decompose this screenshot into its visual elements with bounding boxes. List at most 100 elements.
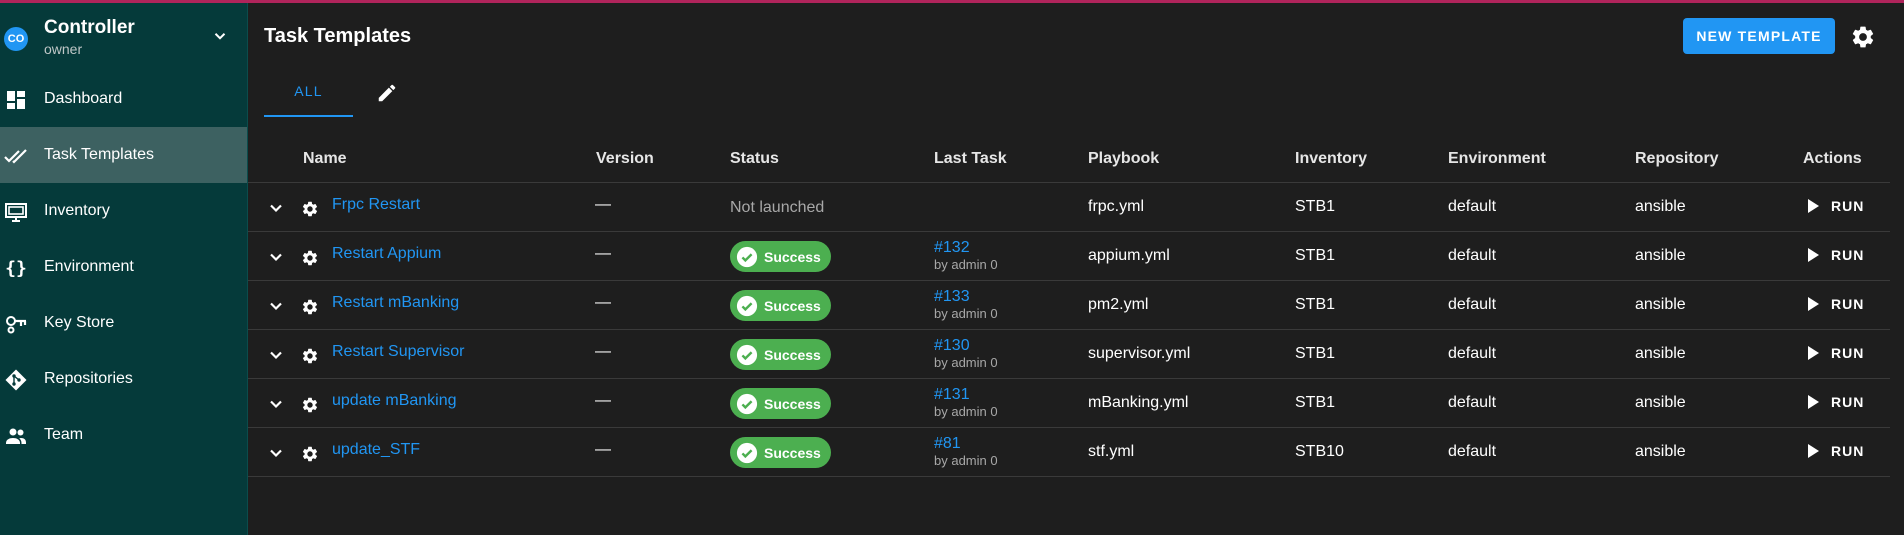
- column-header-playbook[interactable]: Playbook: [1088, 150, 1159, 168]
- scrollbar-track[interactable]: [1890, 3, 1904, 535]
- template-name-link[interactable]: Restart mBanking: [332, 294, 459, 312]
- template-name-link[interactable]: Restart Appium: [332, 245, 441, 263]
- run-button[interactable]: RUN: [1808, 247, 1864, 263]
- table-row[interactable]: update mBanking — Success #131 by admin …: [248, 379, 1896, 428]
- template-name-link[interactable]: Frpc Restart: [332, 196, 420, 214]
- braces-icon: {}: [5, 258, 27, 279]
- project-role: owner: [44, 41, 83, 57]
- column-header-repository[interactable]: Repository: [1635, 150, 1719, 168]
- new-template-button[interactable]: NEW TEMPLATE: [1683, 18, 1835, 54]
- project-avatar: CO: [4, 27, 28, 51]
- inventory-cell: STB1: [1295, 296, 1336, 313]
- double-check-icon: [4, 149, 27, 164]
- template-name-link[interactable]: update_STF: [332, 441, 420, 459]
- play-icon: [1808, 444, 1819, 458]
- status-badge: Success: [730, 241, 831, 272]
- inventory-cell: STB1: [1295, 247, 1336, 264]
- version-cell: —: [595, 245, 611, 262]
- templates-table: Name Version Status Last Task Playbook I…: [248, 136, 1896, 477]
- sidebar-item-environment[interactable]: {} Environment: [0, 239, 247, 295]
- playbook-cell: stf.yml: [1088, 443, 1135, 460]
- table-row[interactable]: Restart Supervisor — Success #130 by adm…: [248, 330, 1896, 379]
- gear-icon: [302, 397, 318, 413]
- tab-all[interactable]: ALL: [264, 67, 353, 117]
- last-task-author: by admin 0: [934, 355, 998, 370]
- key-icon: [6, 316, 27, 334]
- chevron-down-icon[interactable]: [266, 296, 286, 316]
- gear-icon: [302, 201, 318, 217]
- svg-text:{}: {}: [5, 258, 27, 279]
- environment-cell: default: [1448, 198, 1497, 215]
- project-name: Controller: [44, 17, 135, 38]
- table-header: Name Version Status Last Task Playbook I…: [248, 136, 1896, 183]
- chevron-down-icon[interactable]: [266, 443, 286, 463]
- chevron-down-icon[interactable]: [266, 247, 286, 267]
- repository-cell: ansible: [1635, 394, 1686, 411]
- sidebar-item-task-templates[interactable]: Task Templates: [0, 127, 247, 183]
- last-task-link[interactable]: #81: [934, 435, 961, 453]
- chevron-down-icon[interactable]: [211, 27, 229, 45]
- playbook-cell: supervisor.yml: [1088, 345, 1191, 362]
- column-header-name[interactable]: Name: [303, 150, 347, 168]
- version-cell: —: [595, 392, 611, 409]
- run-button[interactable]: RUN: [1808, 198, 1864, 214]
- table-row[interactable]: Frpc Restart — Not launched frpc.yml STB…: [248, 183, 1896, 232]
- chevron-down-icon[interactable]: [266, 345, 286, 365]
- column-header-last-task[interactable]: Last Task: [934, 150, 1007, 168]
- repository-cell: ansible: [1635, 443, 1686, 460]
- last-task-link[interactable]: #130: [934, 337, 970, 355]
- column-header-version[interactable]: Version: [596, 150, 654, 168]
- run-button-label: RUN: [1831, 296, 1865, 312]
- playbook-cell: mBanking.yml: [1088, 394, 1189, 411]
- sidebar-item-dashboard[interactable]: Dashboard: [0, 71, 247, 127]
- chevron-down-icon[interactable]: [266, 198, 286, 218]
- last-task-link[interactable]: #133: [934, 288, 970, 306]
- environment-cell: default: [1448, 345, 1497, 362]
- inventory-cell: STB1: [1295, 198, 1336, 215]
- repository-cell: ansible: [1635, 296, 1686, 313]
- dashboard-icon: [7, 91, 25, 109]
- status-badge-label: Success: [764, 248, 821, 265]
- table-row[interactable]: update_STF — Success #81 by admin 0 stf.…: [248, 428, 1896, 477]
- status-badge: Success: [730, 339, 831, 370]
- run-button-label: RUN: [1831, 198, 1865, 214]
- status-badge-label: Success: [764, 395, 821, 412]
- status-text: Not launched: [730, 199, 825, 216]
- sidebar-item-key-store[interactable]: Key Store: [0, 295, 247, 351]
- playbook-cell: frpc.yml: [1088, 198, 1144, 215]
- sidebar-item-inventory[interactable]: Inventory: [0, 183, 247, 239]
- table-row[interactable]: Restart Appium — Success #132 by admin 0…: [248, 232, 1896, 281]
- template-name-link[interactable]: update mBanking: [332, 392, 457, 410]
- gear-icon[interactable]: [1850, 24, 1876, 50]
- play-icon: [1808, 395, 1819, 409]
- chevron-down-icon[interactable]: [266, 394, 286, 414]
- main-content: Task Templates NEW TEMPLATE ALL Name Ver…: [248, 3, 1904, 535]
- inventory-cell: STB1: [1295, 345, 1336, 362]
- last-task-author: by admin 0: [934, 257, 998, 272]
- sidebar-item-team[interactable]: Team: [0, 407, 247, 463]
- version-cell: —: [595, 343, 611, 360]
- environment-cell: default: [1448, 296, 1497, 313]
- table-row[interactable]: Restart mBanking — Success #133 by admin…: [248, 281, 1896, 330]
- sidebar-item-label: Key Store: [44, 314, 115, 331]
- environment-cell: default: [1448, 247, 1497, 264]
- sidebar-item-repositories[interactable]: Repositories: [0, 351, 247, 407]
- playbook-cell: appium.yml: [1088, 247, 1170, 264]
- column-header-status[interactable]: Status: [730, 150, 779, 168]
- run-button[interactable]: RUN: [1808, 443, 1864, 459]
- column-header-environment[interactable]: Environment: [1448, 150, 1546, 168]
- pencil-icon[interactable]: [376, 82, 398, 104]
- run-button[interactable]: RUN: [1808, 394, 1864, 410]
- last-task-link[interactable]: #131: [934, 386, 970, 404]
- run-button[interactable]: RUN: [1808, 296, 1864, 312]
- sidebar-item-label: Repositories: [44, 370, 133, 387]
- last-task-link[interactable]: #132: [934, 239, 970, 257]
- version-cell: —: [595, 294, 611, 311]
- check-circle-icon: [736, 393, 758, 414]
- template-name-link[interactable]: Restart Supervisor: [332, 343, 465, 361]
- column-header-inventory[interactable]: Inventory: [1295, 150, 1367, 168]
- sidebar-item-label: Inventory: [44, 202, 110, 219]
- gear-icon: [302, 348, 318, 364]
- run-button[interactable]: RUN: [1808, 345, 1864, 361]
- project-selector[interactable]: CO Controller owner: [0, 3, 247, 71]
